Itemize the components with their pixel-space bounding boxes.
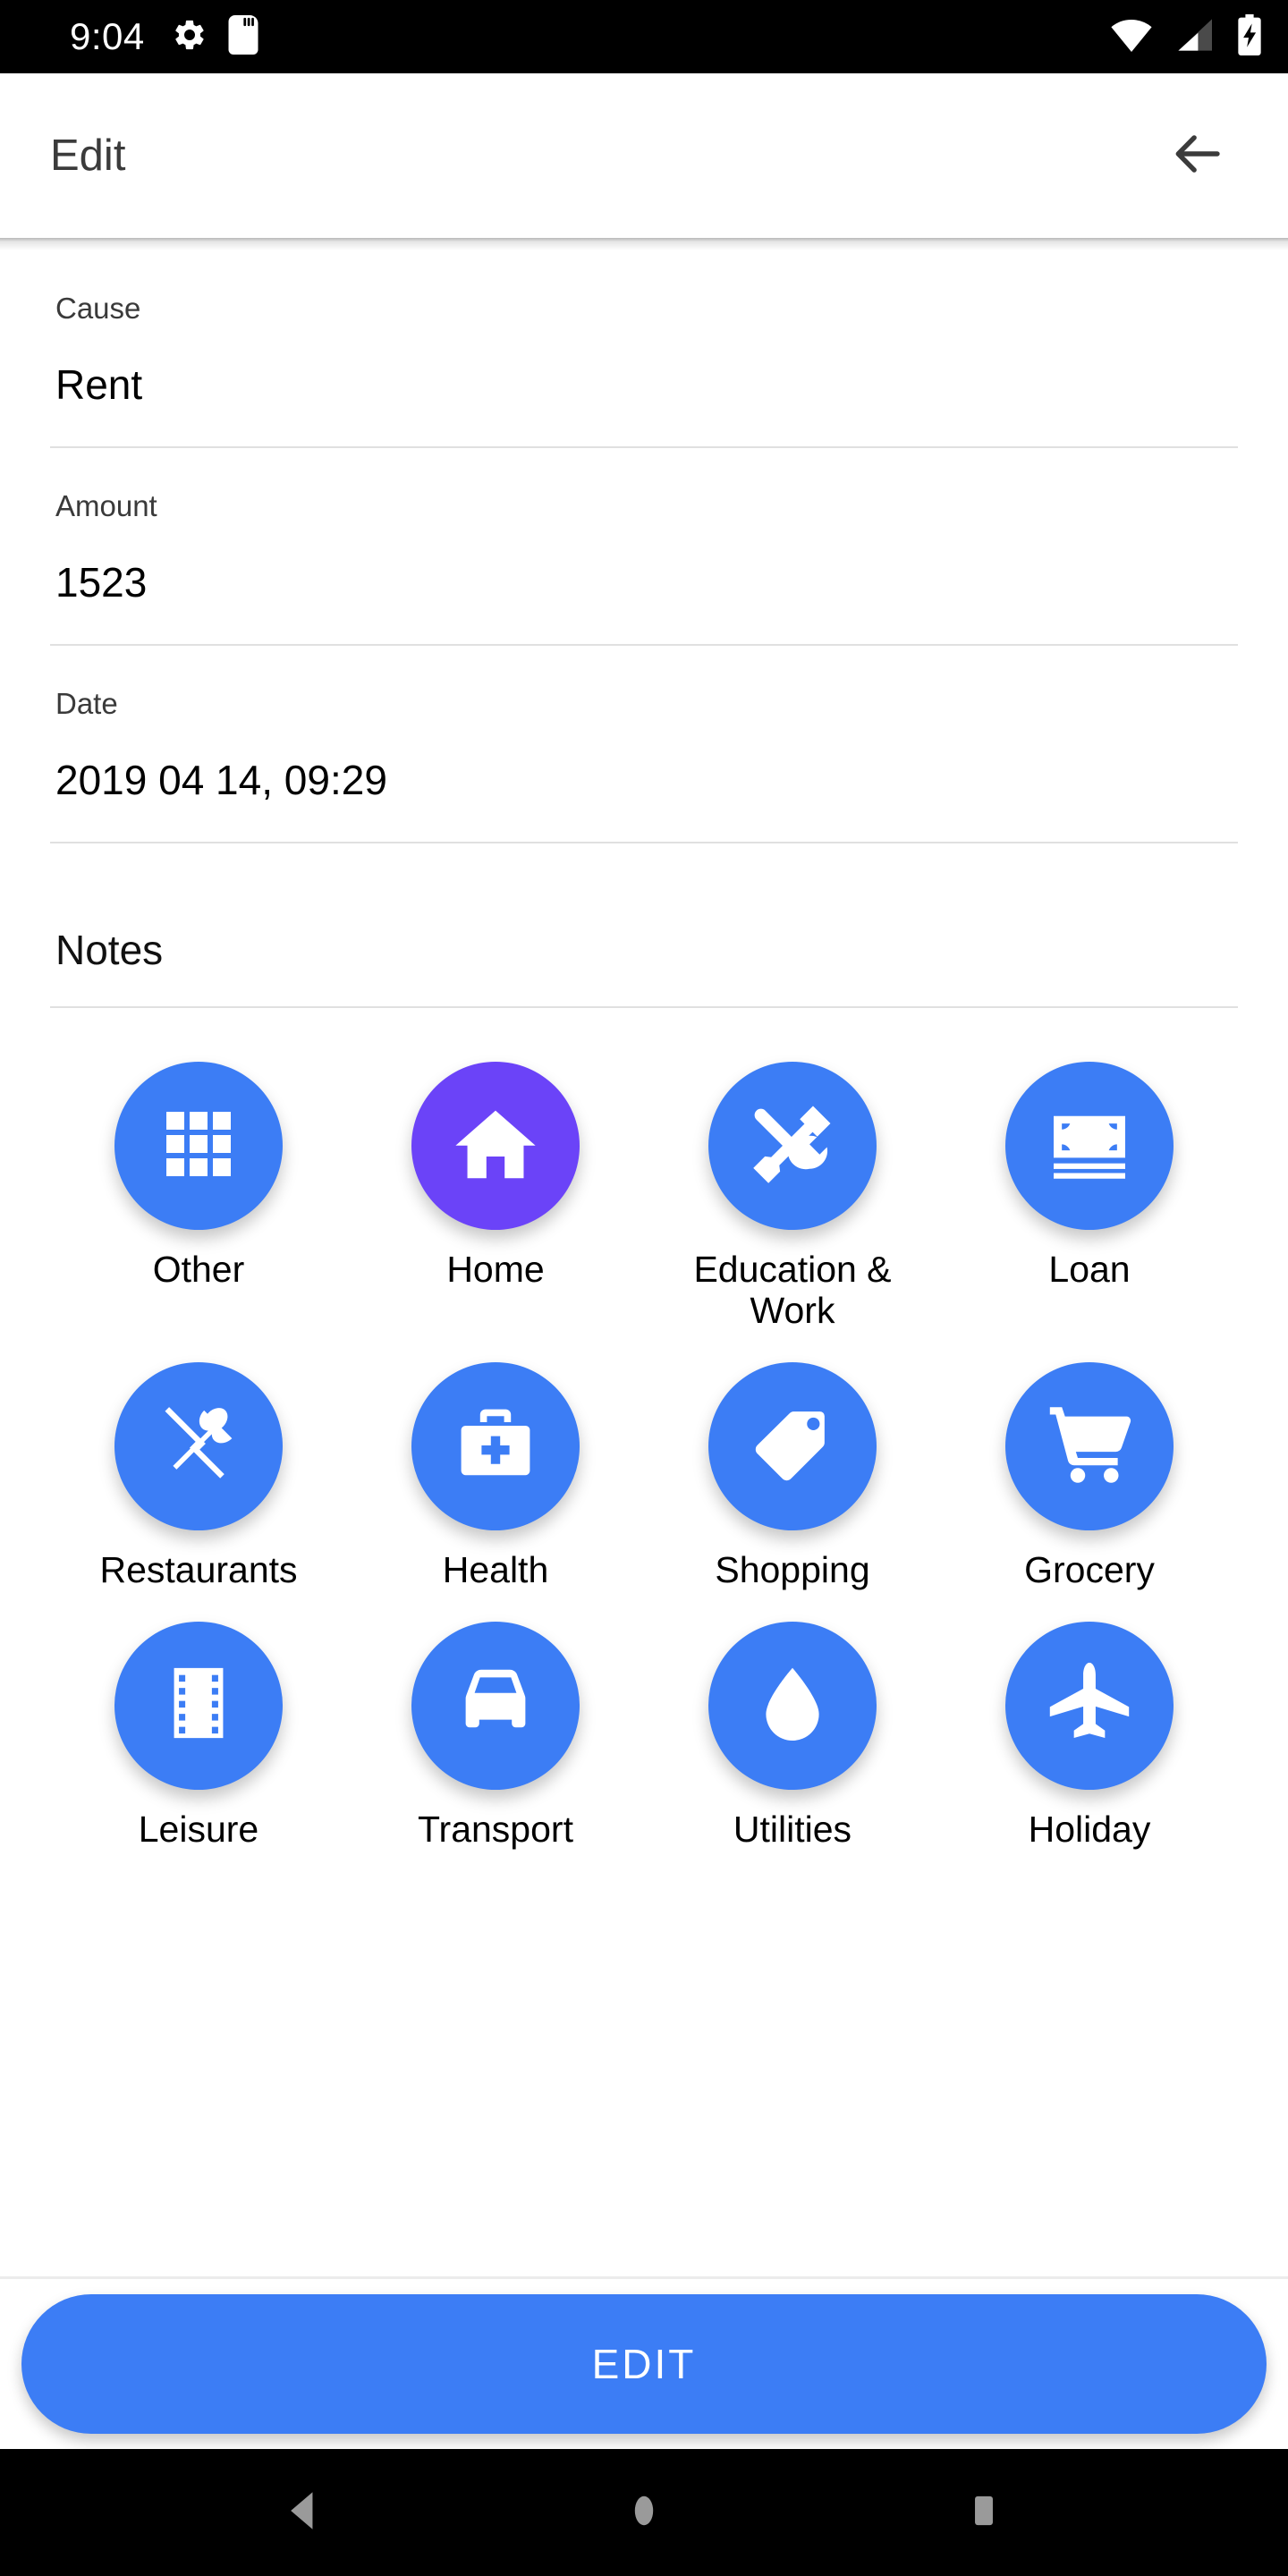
medical-bag-icon	[453, 1401, 538, 1491]
shopping-cart-icon	[1043, 1397, 1136, 1495]
category-label: Transport	[418, 1808, 573, 1850]
nav-back-button[interactable]	[255, 2463, 353, 2562]
category-icon-circle	[411, 1062, 580, 1230]
category-label: Home	[446, 1249, 545, 1290]
gear-icon	[172, 17, 208, 57]
app-screen: 9:04 Edit Cause Rent Amount 1523 Date 20…	[0, 0, 1288, 2576]
house-icon	[450, 1098, 541, 1194]
category-label: Education & Work	[693, 1249, 892, 1331]
category-label: Loan	[1048, 1249, 1131, 1290]
banknote-icon	[1045, 1099, 1134, 1193]
amount-input[interactable]: 1523	[50, 521, 1238, 644]
category-label: Leisure	[138, 1808, 259, 1850]
category-icon-circle	[1005, 1062, 1174, 1230]
nav-home-button[interactable]	[595, 2463, 693, 2562]
battery-charging-icon	[1234, 13, 1265, 60]
category-icon-circle	[1005, 1361, 1174, 1530]
category-label: Other	[152, 1249, 245, 1290]
knife-spoon-icon	[154, 1399, 243, 1493]
category-grid: Other Home Education & Work Loan Restaur…	[50, 1047, 1238, 1851]
field-date[interactable]: Date 2019 04 14, 09:29	[50, 646, 1238, 843]
category-icon-circle	[114, 1621, 283, 1790]
back-button[interactable]	[1157, 115, 1238, 196]
category-item-shopping[interactable]: Shopping	[644, 1348, 941, 1591]
category-item-loan[interactable]: Loan	[941, 1047, 1238, 1332]
field-cause[interactable]: Cause Rent	[50, 250, 1238, 448]
category-item-home[interactable]: Home	[347, 1047, 644, 1332]
field-notes[interactable]: Notes	[50, 843, 1238, 1008]
film-strip-icon	[157, 1661, 241, 1750]
category-icon-circle	[114, 1062, 283, 1230]
water-drop-icon	[750, 1660, 835, 1750]
notes-input[interactable]: Notes	[50, 929, 1238, 1006]
wifi-icon	[1109, 17, 1154, 57]
category-icon-circle	[708, 1621, 877, 1790]
field-label-amount: Amount	[55, 489, 157, 522]
car-icon	[449, 1657, 542, 1754]
cellular-signal-icon	[1174, 17, 1215, 57]
sd-card-icon	[227, 14, 259, 59]
category-item-transport[interactable]: Transport	[347, 1607, 644, 1851]
field-underline-notes	[50, 1006, 1238, 1008]
grid-apps-icon	[156, 1101, 242, 1191]
category-label: Restaurants	[99, 1548, 298, 1590]
status-bar-clock: 9:04	[70, 15, 145, 57]
nav-recents-square-icon	[963, 2490, 1004, 2536]
page-title: Edit	[50, 131, 126, 180]
category-icon-circle	[411, 1361, 580, 1530]
price-tag-icon	[748, 1399, 837, 1493]
nav-back-triangle-icon	[280, 2487, 328, 2539]
field-label-cause: Cause	[55, 292, 141, 325]
arrow-left-icon	[1170, 126, 1225, 186]
category-icon-circle	[708, 1062, 877, 1230]
category-label: Health	[442, 1548, 549, 1590]
category-icon-circle	[411, 1621, 580, 1790]
hammer-wrench-icon	[746, 1097, 839, 1195]
app-bar-shadow	[0, 238, 1288, 250]
nav-home-circle-icon	[623, 2489, 665, 2537]
status-bar: 9:04	[0, 0, 1288, 73]
category-label: Holiday	[1028, 1808, 1151, 1850]
android-navigation-bar	[0, 2449, 1288, 2576]
category-icon-circle	[1005, 1621, 1174, 1790]
category-item-grocery[interactable]: Grocery	[941, 1348, 1238, 1591]
status-bar-left-icons	[172, 14, 259, 59]
date-input[interactable]: 2019 04 14, 09:29	[50, 718, 1238, 842]
status-bar-right-icons	[1109, 13, 1265, 60]
category-icon-circle	[708, 1361, 877, 1530]
field-amount[interactable]: Amount 1523	[50, 448, 1238, 646]
cause-input[interactable]: Rent	[50, 323, 1238, 446]
category-label: Shopping	[715, 1548, 870, 1590]
airplane-icon	[1043, 1657, 1136, 1754]
category-item-education-and-work[interactable]: Education & Work	[644, 1047, 941, 1332]
nav-recents-button[interactable]	[935, 2463, 1033, 2562]
category-item-other[interactable]: Other	[50, 1047, 347, 1332]
category-item-leisure[interactable]: Leisure	[50, 1607, 347, 1851]
category-label: Utilities	[733, 1808, 852, 1850]
category-label: Grocery	[1024, 1548, 1155, 1590]
edit-button[interactable]: EDIT	[21, 2294, 1267, 2434]
category-item-utilities[interactable]: Utilities	[644, 1607, 941, 1851]
form-content: Cause Rent Amount 1523 Date 2019 04 14, …	[0, 250, 1288, 2276]
bottom-action-bar: EDIT	[0, 2279, 1288, 2449]
category-item-health[interactable]: Health	[347, 1348, 644, 1591]
category-item-restaurants[interactable]: Restaurants	[50, 1348, 347, 1591]
app-bar: Edit	[0, 73, 1288, 238]
field-label-date: Date	[55, 687, 118, 720]
category-item-holiday[interactable]: Holiday	[941, 1607, 1238, 1851]
category-icon-circle	[114, 1361, 283, 1530]
